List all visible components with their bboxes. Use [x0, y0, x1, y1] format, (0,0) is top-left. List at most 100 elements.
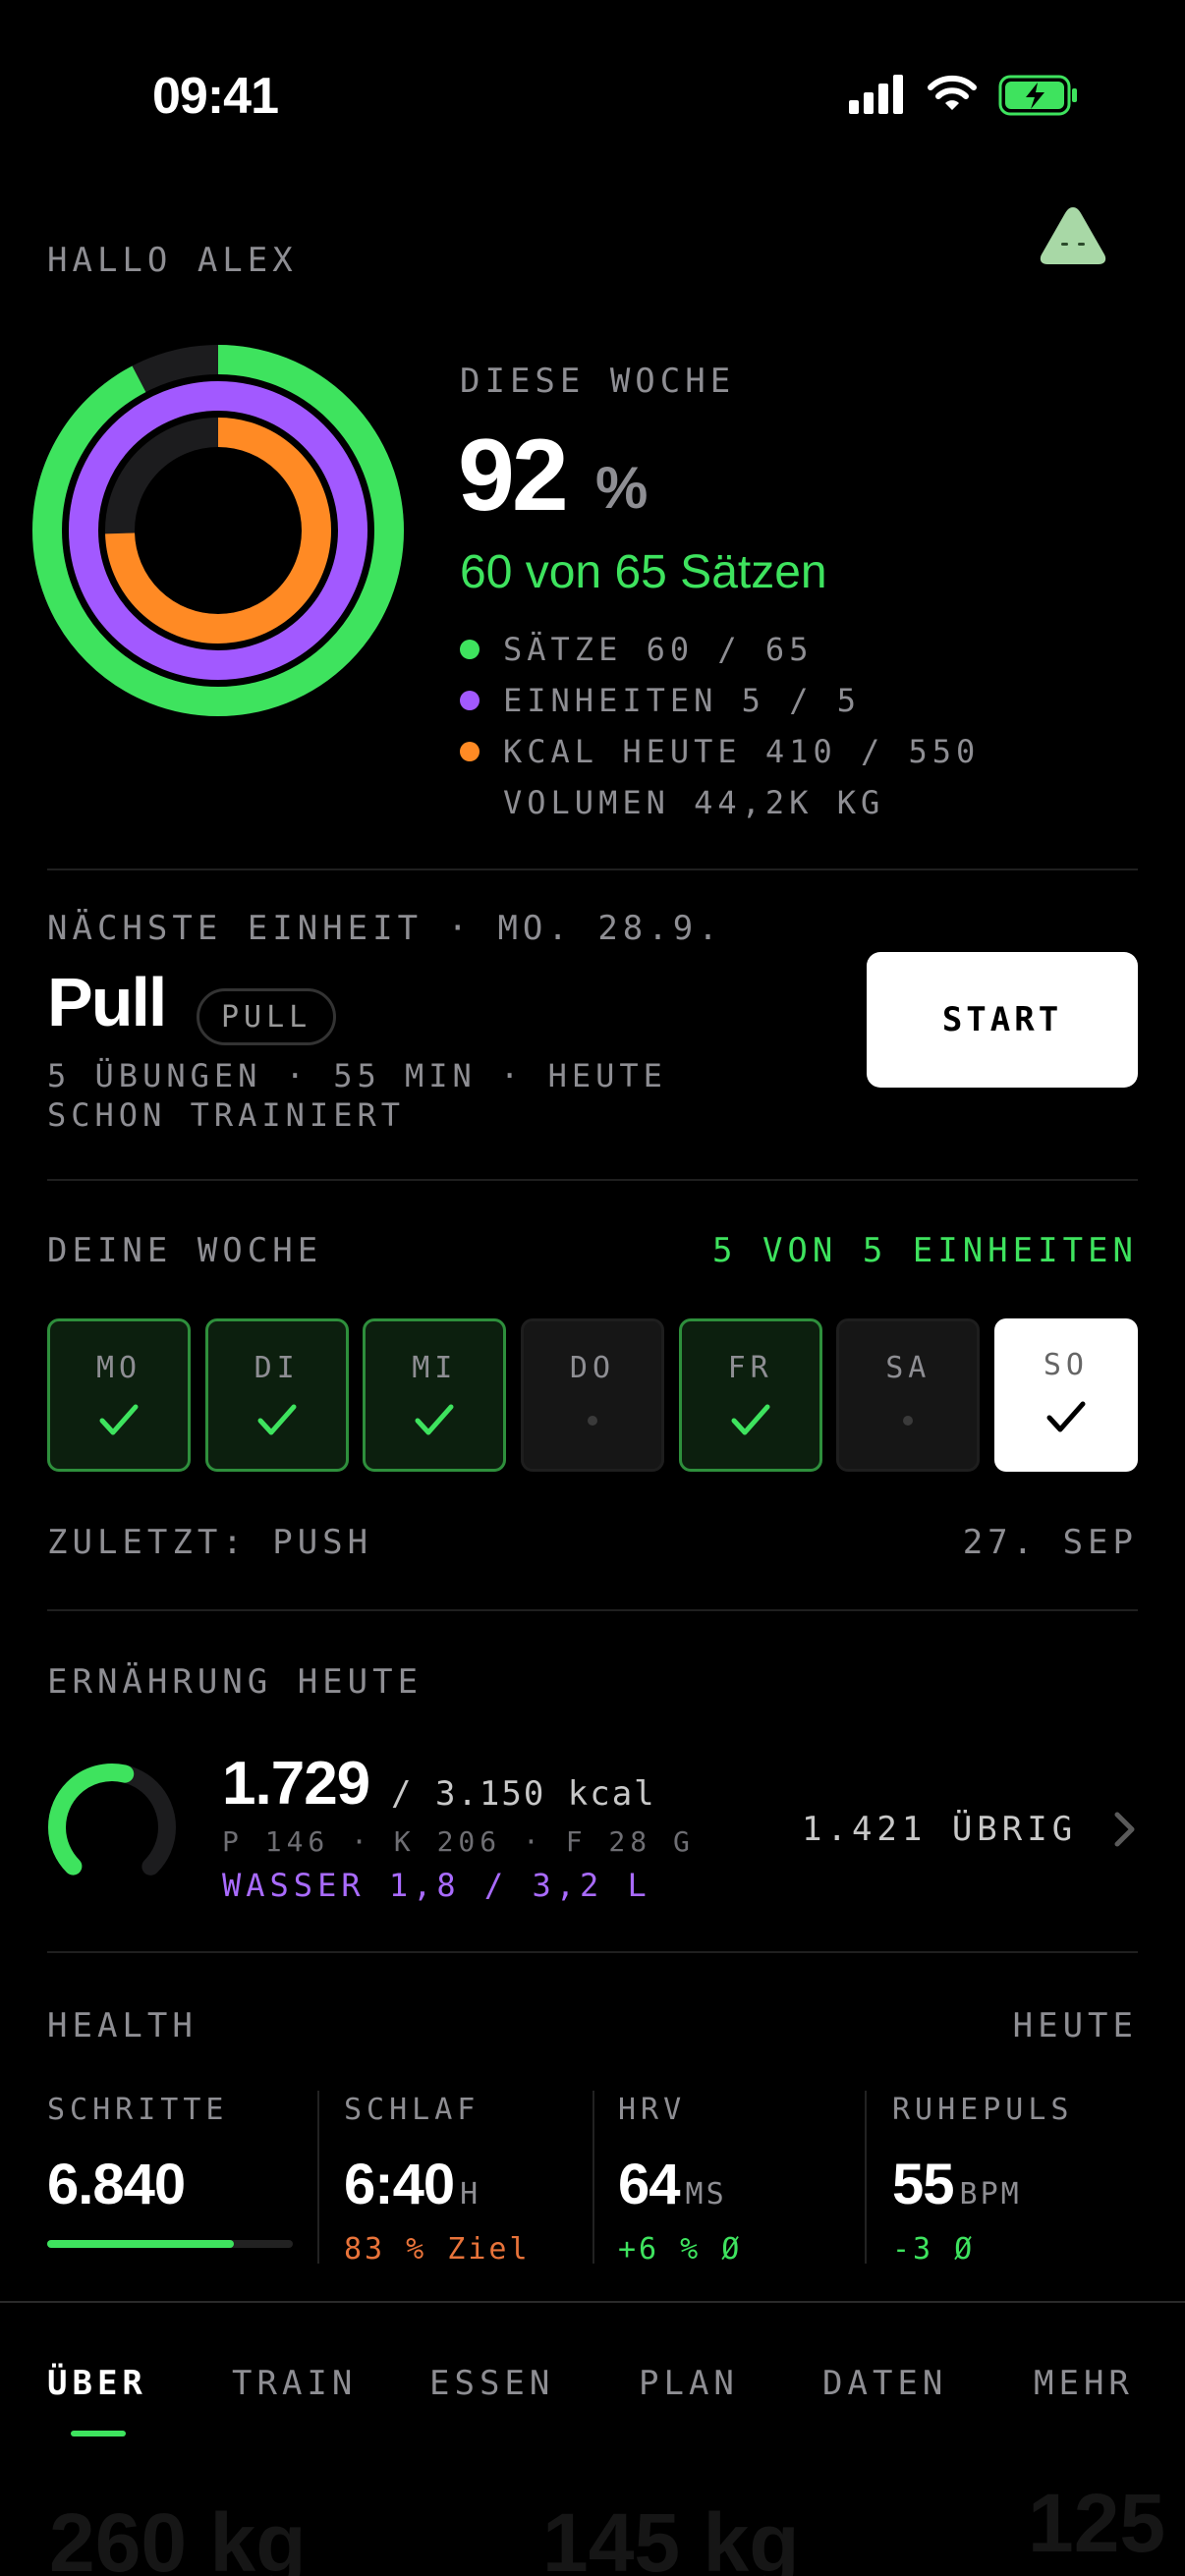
- session-type-badge: PULL: [197, 988, 337, 1045]
- metric-separator: [592, 2091, 594, 2264]
- day-sa[interactable]: SA: [836, 1318, 981, 1472]
- tab-daten[interactable]: DATEN: [822, 2364, 947, 2403]
- hrv-value: 64 MS: [618, 2152, 727, 2217]
- legend-dot: [460, 742, 480, 761]
- resting-hr-label: RUHEPULS: [892, 2093, 1074, 2127]
- background-peek-text: 260 kg: [49, 2496, 307, 2576]
- day-name: MO: [95, 1351, 142, 1385]
- tab-uber[interactable]: ÜBER: [47, 2364, 147, 2403]
- background-peek-text: 145 kg: [542, 2496, 800, 2576]
- legend-text: SÄTZE 60 / 65: [503, 631, 814, 668]
- day-name: SA: [885, 1351, 931, 1385]
- water-intake: WASSER 1,8 / 3,2 L: [222, 1867, 651, 1904]
- check-icon: [414, 1399, 455, 1442]
- rest-dot-icon: [587, 1399, 597, 1442]
- background-peek-text: 125: [1028, 2477, 1166, 2569]
- rest-dot-icon: [903, 1399, 914, 1442]
- hrv-label: HRV: [618, 2093, 687, 2127]
- legend-text: VOLUMEN 44,2K KG: [503, 784, 885, 821]
- day-mo[interactable]: MO: [47, 1318, 191, 1472]
- chevron-right-icon[interactable]: [1112, 1810, 1138, 1854]
- divider: [47, 1609, 1138, 1611]
- week-percent-sign: %: [595, 455, 649, 521]
- week-percent: 92: [458, 419, 569, 532]
- hrv-unit: MS: [685, 2177, 727, 2212]
- hrv-number: 64: [618, 2153, 681, 2216]
- kcal-remaining[interactable]: 1.421 ÜBRIG: [802, 1810, 1077, 1849]
- wifi-icon: [926, 73, 979, 119]
- profile-avatar-icon[interactable]: [1038, 203, 1108, 273]
- day-name: DO: [569, 1351, 616, 1385]
- steps-value: 6.840: [47, 2153, 186, 2216]
- legend-volume: VOLUMEN 44,2K KG: [503, 784, 884, 821]
- day-mi[interactable]: MI: [363, 1318, 507, 1472]
- resting-hr-sub: -3 Ø: [892, 2232, 976, 2267]
- signal-icon: [849, 75, 906, 119]
- last-workout-date: 27. SEP: [962, 1523, 1138, 1562]
- next-session-subtitle: 5 ÜBUNGEN · 55 MIN · HEUTE SCHON TRAINIE…: [47, 1056, 667, 1135]
- sleep-label: SCHLAF: [344, 2093, 480, 2127]
- active-tab-indicator: [71, 2431, 126, 2436]
- legend-text: KCAL HEUTE 410 / 550: [503, 733, 981, 770]
- check-icon: [256, 1399, 298, 1442]
- check-icon: [98, 1399, 140, 1442]
- sleep-value: 6:40 H: [344, 2152, 480, 2217]
- day-name: DI: [254, 1351, 300, 1385]
- week-label: DIESE WOCHE: [460, 362, 736, 401]
- day-name: MI: [412, 1351, 458, 1385]
- resting-hr-value: 55 BPM: [892, 2152, 1022, 2217]
- nutrition-gauge: [45, 1761, 179, 1899]
- your-week-label: DEINE WOCHE: [47, 1231, 323, 1270]
- hrv-sub: +6 % Ø: [618, 2232, 743, 2267]
- tab-plan[interactable]: PLAN: [639, 2364, 739, 2403]
- legend-text: EINHEITEN 5 / 5: [503, 682, 861, 719]
- tab-essen[interactable]: ESSEN: [429, 2364, 554, 2403]
- last-workout: ZULETZT: PUSH: [47, 1523, 373, 1562]
- day-name: FR: [727, 1351, 773, 1385]
- nutrition-label: ERNÄHRUNG HEUTE: [47, 1662, 423, 1702]
- legend-sets: SÄTZE 60 / 65: [460, 631, 813, 668]
- metric-separator: [317, 2091, 319, 2264]
- day-do[interactable]: DO: [520, 1318, 664, 1472]
- divider: [47, 1179, 1138, 1181]
- next-session-label: NÄCHSTE EINHEIT · MO. 28.9.: [47, 909, 723, 948]
- divider: [47, 868, 1138, 870]
- legend-units: EINHEITEN 5 / 5: [460, 682, 861, 719]
- metric-separator: [865, 2091, 867, 2264]
- legend-dot: [460, 691, 480, 710]
- check-icon: [730, 1399, 771, 1442]
- day-so[interactable]: SO: [993, 1318, 1138, 1472]
- sleep-unit: H: [460, 2177, 481, 2212]
- sets-ring: [32, 345, 404, 716]
- greeting: HALLO ALEX: [47, 241, 298, 280]
- divider: [47, 1951, 1138, 1953]
- battery-icon: [998, 75, 1079, 121]
- week-days: MO DI MI DO FR SA SO: [47, 1318, 1138, 1472]
- day-di[interactable]: DI: [204, 1318, 349, 1472]
- subtitle-line: SCHON TRAINIERT: [47, 1096, 405, 1134]
- your-week-count: 5 VON 5 EINHEITEN: [712, 1231, 1138, 1270]
- week-sets-text: 60 von 65 Sätzen: [460, 546, 827, 598]
- kcal-consumed: 1.729: [222, 1750, 370, 1818]
- sleep-number: 6:40: [344, 2153, 455, 2216]
- day-name: SO: [1043, 1348, 1089, 1382]
- start-button[interactable]: START: [867, 952, 1138, 1088]
- next-session-title: Pull: [47, 964, 167, 1040]
- resting-hr-unit: BPM: [959, 2177, 1022, 2212]
- check-icon: [1045, 1396, 1087, 1439]
- status-time: 09:41: [152, 68, 279, 125]
- macros: P 146 · K 206 · F 28 G: [222, 1825, 695, 1858]
- resting-hr-number: 55: [892, 2153, 955, 2216]
- kcal-goal: / 3.150 kcal: [391, 1774, 656, 1814]
- subtitle-line: 5 ÜBUNGEN · 55 MIN · HEUTE: [47, 1057, 667, 1094]
- day-fr[interactable]: FR: [678, 1318, 822, 1472]
- steps-label: SCHRITTE: [47, 2093, 229, 2127]
- legend-kcal: KCAL HEUTE 410 / 550: [460, 733, 980, 770]
- tab-mehr[interactable]: MEHR: [1034, 2364, 1134, 2403]
- sleep-sub: 83 % Ziel: [344, 2232, 531, 2267]
- steps-progress: [47, 2240, 293, 2248]
- health-label: HEALTH: [47, 2006, 198, 2045]
- activity-rings: [31, 344, 405, 722]
- legend-dot: [460, 640, 480, 659]
- tab-train[interactable]: TRAIN: [232, 2364, 357, 2403]
